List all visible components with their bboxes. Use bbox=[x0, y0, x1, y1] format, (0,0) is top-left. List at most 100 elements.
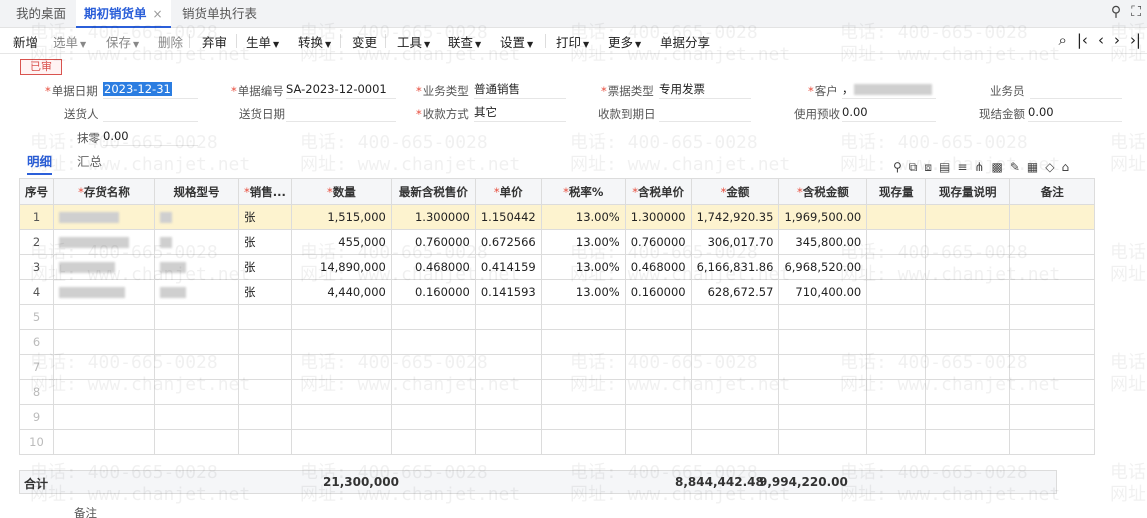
table-row[interactable]: 3 张 14,890,000 0.468000 0.414159 13.00% 0.4680… bbox=[19, 254, 1096, 280]
cell-idx[interactable]: 7 bbox=[19, 354, 54, 380]
cell-empty[interactable] bbox=[238, 429, 292, 455]
cell-empty[interactable] bbox=[925, 404, 1011, 430]
cell-idx[interactable]: 4 bbox=[19, 279, 54, 305]
toolbar-item-2[interactable]: 保存 ▼ bbox=[106, 32, 139, 51]
close-icon[interactable]: × bbox=[153, 7, 163, 21]
copy-row-icon[interactable]: ⧉ bbox=[909, 160, 918, 175]
cell-tax-amount[interactable]: 710,400.00 bbox=[778, 279, 868, 305]
cell-empty[interactable] bbox=[238, 329, 292, 355]
cell-idx[interactable]: 6 bbox=[19, 329, 54, 355]
cell-empty[interactable] bbox=[390, 429, 476, 455]
cell-empty[interactable] bbox=[778, 304, 868, 330]
cell-name[interactable] bbox=[53, 229, 155, 255]
cell-empty[interactable] bbox=[624, 329, 692, 355]
cell-empty[interactable] bbox=[778, 354, 868, 380]
tab-detail[interactable]: 明细 bbox=[27, 151, 53, 175]
cell-empty[interactable] bbox=[290, 429, 392, 455]
cell-empty[interactable] bbox=[690, 429, 780, 455]
cell-empty[interactable] bbox=[1009, 354, 1096, 380]
column-header[interactable]: 现存量 bbox=[866, 178, 927, 205]
cell-empty[interactable] bbox=[1009, 254, 1096, 280]
column-header[interactable]: *数量 bbox=[290, 178, 392, 205]
tab-sales-execution[interactable]: 销货单执行表 bbox=[182, 0, 257, 28]
cell-empty[interactable] bbox=[53, 329, 155, 355]
cell-name[interactable] bbox=[53, 254, 155, 280]
cell-empty[interactable] bbox=[290, 304, 392, 330]
cell-empty[interactable] bbox=[390, 329, 476, 355]
cell-empty[interactable] bbox=[866, 204, 927, 230]
round-field[interactable]: 0.00 bbox=[103, 129, 198, 146]
cell-empty[interactable] bbox=[690, 404, 780, 430]
invoice-type-field[interactable]: 专用发票 bbox=[659, 82, 751, 99]
cell-idx[interactable]: 9 bbox=[19, 404, 54, 430]
cell-empty[interactable] bbox=[866, 229, 927, 255]
cell-empty[interactable] bbox=[866, 354, 927, 380]
cell-empty[interactable] bbox=[53, 379, 155, 405]
filter-icon[interactable]: ≡ bbox=[957, 160, 967, 175]
eraser-icon[interactable]: ◇ bbox=[1045, 160, 1054, 175]
cell-idx[interactable]: 1 bbox=[19, 204, 54, 230]
pay-method-field[interactable]: 其它 bbox=[474, 105, 566, 122]
cell-empty[interactable] bbox=[1009, 279, 1096, 305]
paste-row-icon[interactable]: ⧈ bbox=[924, 160, 932, 175]
cell-empty[interactable] bbox=[238, 304, 292, 330]
cell-empty[interactable] bbox=[540, 304, 626, 330]
table-row[interactable]: 5 bbox=[19, 304, 1096, 330]
cell-price[interactable]: 0.672566 bbox=[474, 229, 542, 255]
column-header[interactable]: 最新含税售价 bbox=[390, 178, 476, 205]
cell-latest-price[interactable]: 0.160000 bbox=[390, 279, 476, 305]
cell-amount[interactable]: 306,017.70 bbox=[690, 229, 780, 255]
cell-empty[interactable] bbox=[1009, 204, 1096, 230]
customer-field[interactable]: ， bbox=[842, 82, 936, 99]
cell-empty[interactable] bbox=[290, 354, 392, 380]
toolbar-item-13[interactable]: 单据分享 bbox=[660, 32, 710, 51]
cell-spec[interactable] bbox=[154, 254, 239, 280]
cell-unit[interactable]: 张 bbox=[238, 204, 292, 230]
cell-empty[interactable] bbox=[53, 304, 155, 330]
cell-empty[interactable] bbox=[540, 329, 626, 355]
cell-latest-price[interactable]: 0.760000 bbox=[390, 229, 476, 255]
cash-field[interactable]: 0.00 bbox=[1028, 105, 1122, 122]
cell-empty[interactable] bbox=[154, 354, 239, 380]
cell-tax-amount[interactable]: 345,800.00 bbox=[778, 229, 868, 255]
cell-qty[interactable]: 14,890,000 bbox=[290, 254, 392, 280]
cell-tax-price[interactable]: 0.160000 bbox=[624, 279, 692, 305]
cell-empty[interactable] bbox=[690, 354, 780, 380]
table-row[interactable]: 6 bbox=[19, 329, 1096, 355]
toolbar-item-3[interactable]: 删除 bbox=[158, 32, 183, 51]
delivery-date-field[interactable] bbox=[286, 105, 396, 122]
doc-no-field[interactable]: SA-2023-12-0001 bbox=[286, 82, 396, 99]
cell-empty[interactable] bbox=[624, 379, 692, 405]
cell-empty[interactable] bbox=[1009, 329, 1096, 355]
table-row[interactable]: 1 张 1,515,000 1.300000 1.150442 13.00% 1.30000… bbox=[19, 204, 1096, 230]
cell-empty[interactable] bbox=[154, 404, 239, 430]
cell-empty[interactable] bbox=[1009, 229, 1096, 255]
tab-summary[interactable]: 汇总 bbox=[77, 151, 102, 170]
table-row[interactable]: 9 bbox=[19, 404, 1096, 430]
cell-idx[interactable]: 10 bbox=[19, 429, 54, 455]
prepay-field[interactable]: 0.00 bbox=[842, 105, 936, 122]
biz-type-field[interactable]: 普通销售 bbox=[474, 82, 566, 99]
cell-empty[interactable] bbox=[238, 354, 292, 380]
cell-name[interactable] bbox=[53, 279, 155, 305]
cell-empty[interactable] bbox=[925, 329, 1011, 355]
tab-opening-sales-order[interactable]: 期初销货单 × bbox=[76, 0, 171, 28]
cell-empty[interactable] bbox=[154, 379, 239, 405]
cell-unit[interactable]: 张 bbox=[238, 254, 292, 280]
cell-empty[interactable] bbox=[390, 304, 476, 330]
cell-price[interactable]: 0.141593 bbox=[474, 279, 542, 305]
cell-empty[interactable] bbox=[390, 404, 476, 430]
first-record-icon[interactable]: |‹ bbox=[1077, 31, 1088, 49]
cell-qty[interactable]: 455,000 bbox=[290, 229, 392, 255]
toolbar-item-1[interactable]: 选单 ▼ bbox=[53, 32, 86, 51]
column-header[interactable]: *含税单价 bbox=[624, 178, 692, 205]
find-icon[interactable]: ⌕ bbox=[1058, 31, 1066, 49]
cell-spec[interactable] bbox=[154, 229, 239, 255]
column-header[interactable]: *金额 bbox=[690, 178, 780, 205]
cell-empty[interactable] bbox=[778, 329, 868, 355]
prev-record-icon[interactable]: ‹ bbox=[1098, 31, 1104, 49]
column-header[interactable]: *销售... bbox=[238, 178, 292, 205]
cell-empty[interactable] bbox=[474, 329, 542, 355]
cell-empty[interactable] bbox=[474, 304, 542, 330]
cell-empty[interactable] bbox=[624, 354, 692, 380]
